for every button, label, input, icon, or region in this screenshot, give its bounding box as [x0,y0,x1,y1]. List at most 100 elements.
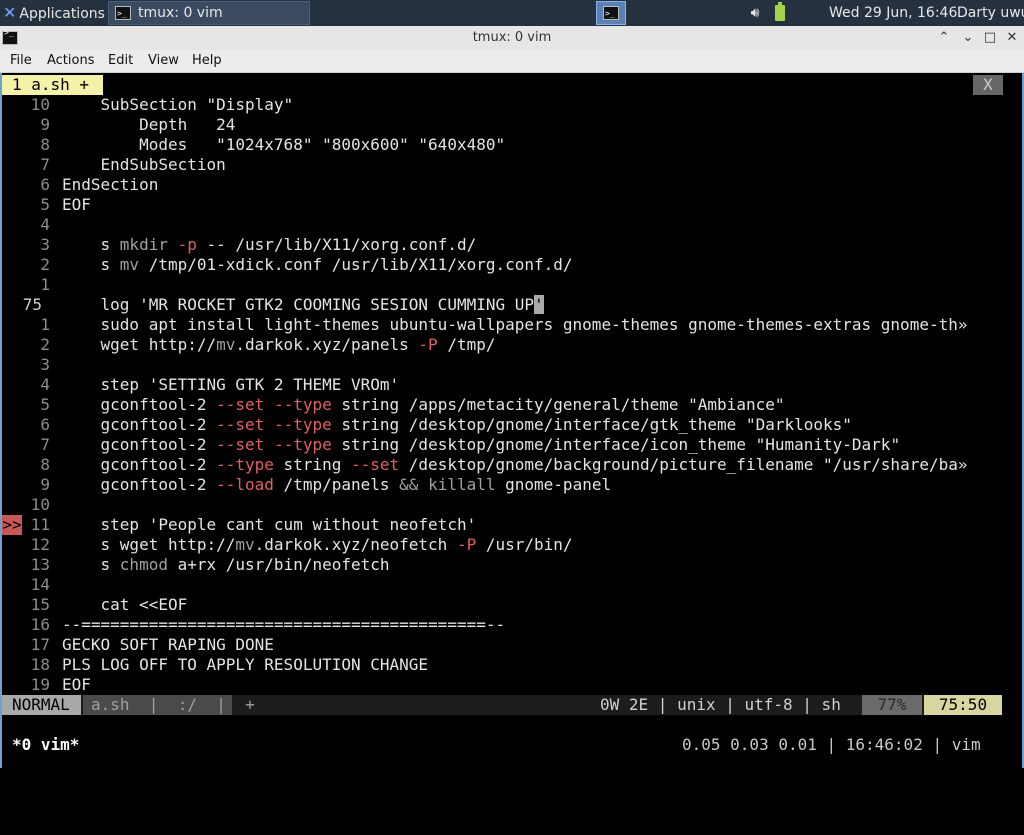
window-titlebar[interactable]: tmux: 0 vim ⌃ ⌄ □ ✕ [0,26,1024,51]
vim-cursor-position: 75:50 [924,695,1002,715]
code-text: s mkdir -p -- /usr/lib/X11/xorg.conf.d/ [62,235,477,254]
line-number: 12 [30,535,50,554]
code-text: SubSection "Display" [62,95,294,114]
code-text: gconftool-2 --load /tmp/panels && killal… [62,475,612,494]
line-number: 10 [30,495,50,514]
code-text: wget http://mv.darkok.xyz/panels -P /tmp… [62,335,496,354]
code-line: 1 [2,275,1002,295]
code-text: log 'MR ROCKET GTK2 COOMING SESION CUMMI… [62,295,544,314]
line-number: 16 [30,615,50,634]
code-text: GECKO SOFT RAPING DONE [62,635,274,654]
line-number: 18 [30,655,50,674]
terminal-icon [603,3,619,25]
line-number: 4 [40,375,50,394]
code-text: PLS LOG OFF TO APPLY RESOLUTION CHANGE [62,655,429,674]
line-number: 13 [30,555,50,574]
window-title: tmux: 0 vim [472,30,552,45]
line-number: 3 [40,355,50,374]
taskbar-item-label: tmux: 0 vim [138,5,223,21]
code-text: gconftool-2 --type string --set /desktop… [62,455,968,474]
line-number: 1 [40,275,50,294]
code-text: gconftool-2 --set --type string /desktop… [62,415,852,434]
code-line: 10 SubSection "Display" [2,95,1002,115]
code-text: --======================================… [62,615,506,634]
code-line: 8 Modes "1024x768" "800x600" "640x480" [2,135,1002,155]
code-line: 19 EOF [2,675,1002,695]
code-line: 13 s chmod a+rx /usr/bin/neofetch [2,555,1002,575]
vim-mode-indicator: NORMAL [2,695,81,715]
line-number: 6 [40,415,50,434]
code-text: EndSubSection [62,155,226,174]
code-line: 1 sudo apt install light-themes ubuntu-w… [2,315,1002,335]
line-number: 6 [40,175,50,194]
top-panel: ✕Applications tmux: 0 vim 🔊︎ Wed 29 Jun,… [0,0,1024,26]
line-number: 5 [40,195,50,214]
code-line: 4 step 'SETTING GTK 2 THEME VROm' [2,375,1002,395]
speaker-icon[interactable]: 🔊︎ [744,0,766,26]
line-number: 14 [30,575,50,594]
error-sign-marker: >> [2,515,22,535]
line-number: 15 [30,595,50,614]
code-line: 2 wget http://mv.darkok.xyz/panels -P /t… [2,335,1002,355]
clock[interactable]: Wed 29 Jun, 16:46 [829,0,957,26]
tmux-status-right: 0.05 0.03 0.01 | 16:46:02 | vim [682,735,981,754]
code-line: 7 EndSubSection [2,155,1002,175]
code-line: 3 s mkdir -p -- /usr/lib/X11/xorg.conf.d… [2,235,1002,255]
buffer-tab[interactable]: 1 a.sh + [2,75,103,95]
menu-edit[interactable]: Edit [108,50,133,72]
code-text: Modes "1024x768" "800x600" "640x480" [62,135,506,154]
terminal-icon [115,3,131,25]
code-line: 5 gconftool-2 --set --type string /apps/… [2,395,1002,415]
code-line: 11 step 'People cant cum without neofetc… [2,515,1002,535]
code-text: s chmod a+rx /usr/bin/neofetch [62,555,390,574]
code-text: Depth 24 [62,115,236,134]
code-line: 2 s mv /tmp/01-xdick.conf /usr/lib/X11/x… [2,255,1002,275]
user-menu[interactable]: Darty uwu [957,0,1024,26]
workspace-switcher-button[interactable] [596,1,626,25]
line-number: 3 [40,235,50,254]
code-text: EOF [62,195,91,214]
vim-file-info: 0W 2E | unix | utf-8 | sh [600,695,841,714]
vim-file-segment: a.sh | :/ | + [83,695,255,715]
tmux-window-label[interactable]: *0 vim* [12,735,79,755]
code-text: sudo apt install light-themes ubuntu-wal… [62,315,968,334]
applications-menu-button[interactable]: ✕ Applications [0,0,107,26]
xfce-logo-icon: ✕ [3,3,17,22]
menu-help[interactable]: Help [192,50,222,72]
line-number: 8 [40,135,50,154]
shade-button[interactable]: ⌃ [934,28,954,48]
code-text: gconftool-2 --set --type string /desktop… [62,435,901,454]
minimize-button[interactable]: ⌄ [958,28,978,48]
line-number: 7 [40,155,50,174]
taskbar-item-tmux[interactable]: tmux: 0 vim [108,1,310,25]
code-text: EOF [62,675,91,694]
line-number: 1 [40,315,50,334]
menu-view[interactable]: View [148,50,179,72]
code-line: 6 EndSection [2,175,1002,195]
menu-bar: File Actions Edit View Help [0,50,1024,73]
vim-buffer-line: 1 a.sh + X [2,75,1022,95]
code-text: step 'People cant cum without neofetch' [62,515,477,534]
applications-label: Applications [19,6,105,22]
maximize-button[interactable]: □ [980,28,1000,48]
terminal-area[interactable]: 1 a.sh + X 10 SubSection "Display" 9 Dept… [0,73,1024,768]
code-line: 15 cat <<EOF [2,595,1002,615]
line-number: 4 [40,215,50,234]
code-line: 75 log 'MR ROCKET GTK2 COOMING SESION CU… [2,295,1002,315]
code-line: 3 [2,355,1002,375]
vim-status-line: NORMAL a.sh | :/ | + 0W 2E | unix | utf-… [2,695,1002,715]
menu-file[interactable]: File [10,50,32,72]
buffer-close-button[interactable]: X [973,75,1003,95]
code-line: 18 PLS LOG OFF TO APPLY RESOLUTION CHANGE [2,655,1002,675]
code-line: 14 [2,575,1002,595]
code-text: s mv /tmp/01-xdick.conf /usr/lib/X11/xor… [62,255,573,274]
close-button[interactable]: ✕ [1002,28,1022,48]
battery-icon[interactable] [774,0,786,26]
menu-actions[interactable]: Actions [47,50,95,72]
code-line: 7 gconftool-2 --set --type string /deskt… [2,435,1002,455]
line-number: 9 [40,475,50,494]
code-text: gconftool-2 --set --type string /apps/me… [62,395,785,414]
